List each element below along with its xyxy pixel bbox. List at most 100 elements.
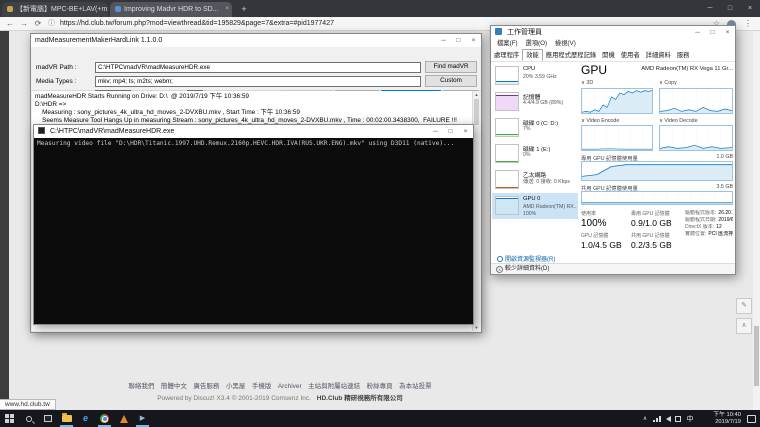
tab-close-icon[interactable]: × [225, 2, 229, 17]
stat-gpu-memory: GPU 記憶體 1.0/4.5 GB [581, 232, 633, 250]
taskbar-vlc[interactable] [114, 410, 133, 427]
custom-button[interactable]: Custom [425, 75, 477, 87]
start-button[interactable] [0, 410, 19, 427]
taskbar-clock[interactable]: 下午 10:40 2019/7/19 [703, 412, 741, 426]
minimize-icon[interactable]: ─ [690, 26, 705, 39]
sidebar-item-memory[interactable]: 記憶體 4.4/4.9 GB (89%) [492, 89, 578, 115]
maximize-icon[interactable]: □ [443, 125, 458, 138]
back-icon[interactable]: ← [4, 17, 16, 30]
find-madvr-button[interactable]: Find madVR [425, 61, 477, 73]
console-icon [38, 127, 45, 134]
minimize-icon[interactable]: ─ [436, 34, 451, 47]
cmd-window: C:\HTPC\madVR\madMeasureHDR.exe ─ □ × Me… [33, 124, 474, 325]
gpu-3d-graph [581, 88, 653, 114]
info-label: DirectX 版本: [685, 224, 714, 230]
sidebar-item-cpu[interactable]: CPU 20% 3.59 GHz [492, 63, 578, 89]
madmeasure-form: madVR Path : C:\HTPC\madVR\madMeasureHDR… [31, 47, 481, 91]
cmd-titlebar[interactable]: C:\HTPC\madVR\madMeasureHDR.exe ─ □ × [34, 125, 473, 138]
media-types-input[interactable]: mkv; mp4; ts; m2ts; webm; [95, 76, 421, 87]
sidebar-value: 4.4/4.9 GB (89%) [523, 100, 577, 106]
tab-app-history[interactable]: 應用程式歷程記錄 [543, 50, 599, 62]
stat-label: 共用 GPU 記憶體 [631, 232, 683, 239]
network-icon[interactable] [653, 416, 662, 422]
sidebar-item-disk0[interactable]: 磁碟 0 (C: D:) 7% [492, 115, 578, 141]
sidebar-item-ethernet[interactable]: 乙太網路 傳送: 0 接收: 0 Kbps [492, 167, 578, 193]
task-manager-window-controls: ─ □ × [690, 26, 735, 39]
footer-links[interactable]: 聯絡我們 簡體中文 廣告服務 小黑屋 手機版 Archiver 主站與附屬站連結… [10, 380, 550, 390]
volume-icon[interactable] [666, 416, 671, 422]
memory-mini-graph [495, 92, 519, 111]
sidebar-label: CPU [523, 66, 577, 72]
open-resource-monitor-link[interactable]: 開啟資源監視器(R) [497, 254, 555, 263]
tab-details[interactable]: 詳細資料 [643, 50, 674, 62]
taskbar-media-player[interactable]: ▶ [133, 410, 152, 427]
task-view-icon [44, 415, 52, 422]
float-reply-button[interactable]: ✎ [736, 298, 752, 314]
madvr-path-input[interactable]: C:\HTPC\madVR\madMeasureHDR.exe [95, 62, 421, 73]
chrome-icon [100, 414, 109, 423]
float-back-to-top-button[interactable]: ∧ [736, 318, 752, 334]
forward-icon[interactable]: → [18, 17, 30, 30]
search-button[interactable] [19, 410, 38, 427]
taskbar-chrome[interactable] [95, 410, 114, 427]
scroll-down-icon[interactable]: ▼ [473, 325, 480, 330]
chevron-down-icon: ∨ [659, 80, 663, 86]
menu-options[interactable]: 選項(O) [525, 40, 547, 47]
log-line: madMeasureHDR Starts Running on Drive: D… [35, 93, 477, 101]
fewer-details-label[interactable]: 較少詳細資料(D) [505, 266, 549, 272]
action-center-icon[interactable] [747, 415, 756, 423]
task-manager-menubar: 檔案(F) 選項(O) 檢視(V) [491, 39, 735, 49]
stat-value: 0.9/1.0 GB [631, 218, 683, 228]
close-icon[interactable]: × [720, 26, 735, 39]
maximize-icon[interactable]: □ [720, 0, 740, 17]
madmeasure-titlebar[interactable]: madMeasurementMakerHardLink 1.1.0.0 ─ □ … [31, 34, 481, 47]
system-tray: ∧ 中 下午 10:40 2019/7/19 [639, 410, 760, 427]
tray-app-icon[interactable] [675, 416, 681, 422]
scroll-up-icon[interactable]: ▲ [473, 92, 480, 97]
sidebar-item-disk1[interactable]: 磁碟 1 (E:) 0% [492, 141, 578, 167]
tab-processes[interactable]: 處理程序 [491, 50, 522, 62]
tab-users[interactable]: 使用者 [618, 50, 643, 62]
maximize-icon[interactable]: □ [451, 34, 466, 47]
browser-tab-2-active[interactable]: Improving Madvr HDR to SD... × [110, 2, 232, 17]
log-scrollbar-thumb[interactable] [474, 99, 479, 125]
browser-tab-1[interactable]: 【新電腦】MPC-BE+LAV(+m... [2, 2, 108, 17]
tab-startup[interactable]: 開機 [599, 50, 618, 62]
sidebar-item-gpu0[interactable]: GPU 0 AMD Radeon(TM) RX... 100% [492, 193, 578, 219]
close-icon[interactable]: × [466, 34, 481, 47]
minimize-icon[interactable]: ─ [700, 0, 720, 17]
taskbar-edge[interactable]: e [76, 410, 95, 427]
task-view-button[interactable] [38, 410, 57, 427]
company-name[interactable]: HD.Club 精研視務所有限公司 [317, 395, 403, 402]
task-manager-footer: ∧ 較少詳細資料(D) [491, 263, 735, 274]
new-tab-button[interactable]: + [238, 3, 250, 16]
ime-indicator[interactable]: 中 [683, 414, 697, 424]
page-scrollbar-thumb[interactable] [754, 326, 759, 386]
desktop-screen: 【新電腦】MPC-BE+LAV(+m... Improving Madvr HD… [0, 0, 760, 427]
tab-performance[interactable]: 效能 [522, 49, 543, 61]
info-value: 2019/6/27 [718, 217, 733, 223]
maximize-icon[interactable]: □ [705, 26, 720, 39]
taskbar-file-explorer[interactable] [57, 410, 76, 427]
site-info-icon[interactable]: ⓘ [48, 17, 55, 30]
gpu-heading: GPU [581, 63, 607, 77]
tray-expand-icon[interactable]: ∧ [639, 415, 651, 422]
physical-location-row: 實體位置:PCI 匯流排 3、裝置 0、功能 0 [685, 231, 733, 238]
up-chevron-glyph: ∧ [498, 267, 501, 272]
minimize-icon[interactable]: ─ [428, 125, 443, 138]
close-icon[interactable]: × [458, 125, 473, 138]
refresh-icon[interactable]: ⟳ [32, 17, 44, 30]
stat-label: GPU 記憶體 [581, 232, 633, 239]
page-left-strip [0, 31, 9, 410]
menu-view[interactable]: 檢視(V) [555, 40, 576, 47]
close-icon[interactable]: × [740, 0, 760, 17]
page-scrollbar[interactable] [753, 31, 760, 410]
sidebar-value: 傳送: 0 接收: 0 Kbps [523, 178, 577, 185]
task-manager-titlebar[interactable]: 工作管理員 ─ □ × [491, 26, 735, 39]
stat-value: 100% [581, 218, 633, 229]
browser-menu-icon[interactable]: ⋮ [744, 17, 752, 30]
menu-file[interactable]: 檔案(F) [497, 40, 518, 47]
windows-logo-icon [5, 414, 14, 423]
powered-by-text: Powered by Discuz! X3.4 © 2001-2019 Coms… [157, 395, 311, 402]
tab-services[interactable]: 服務 [674, 50, 693, 62]
